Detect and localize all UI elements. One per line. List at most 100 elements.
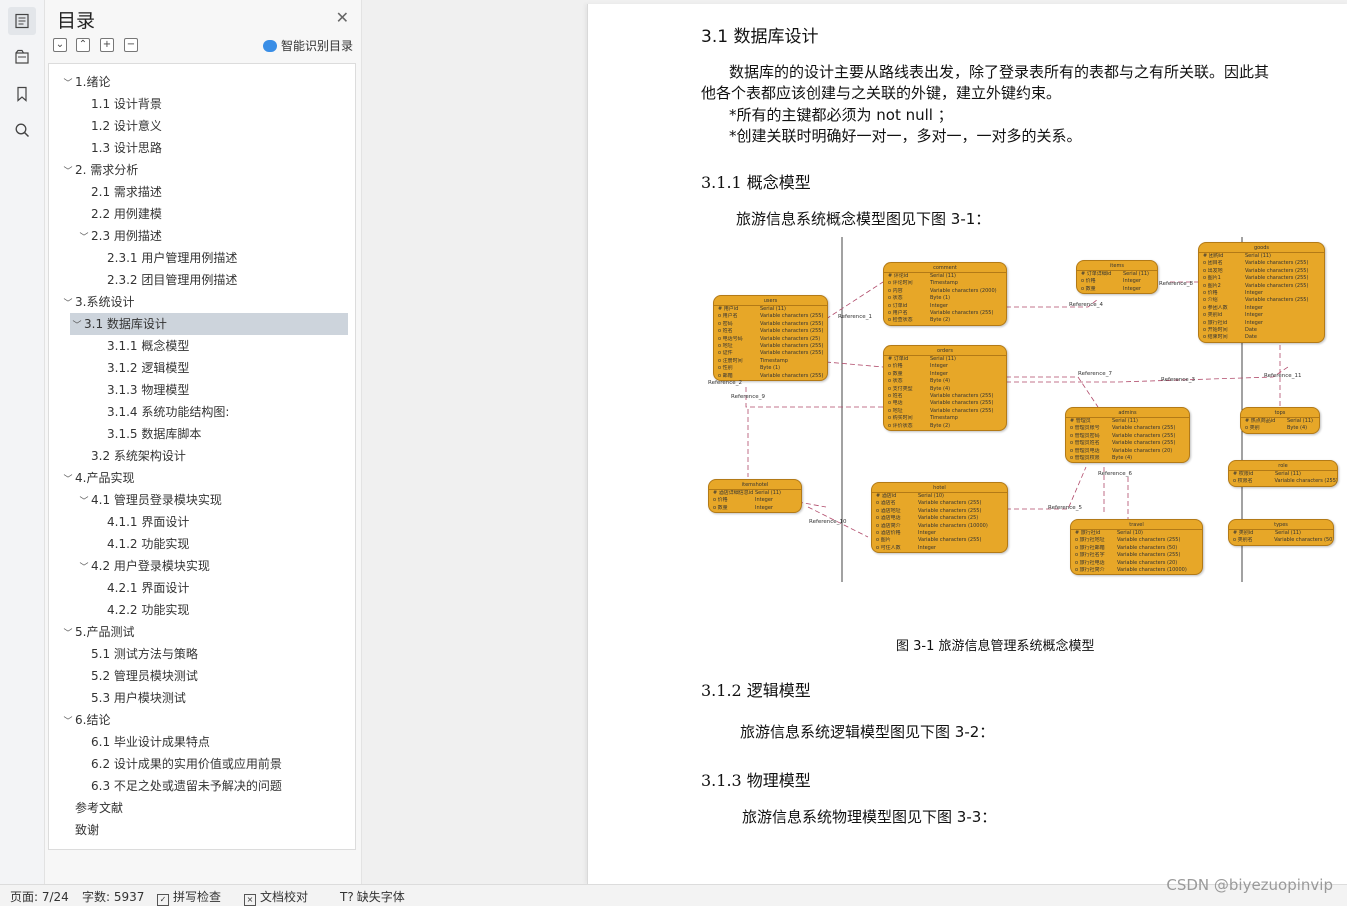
entity-attribute: o 数量 Integer <box>1077 286 1157 293</box>
toc-item[interactable]: 4.2.1 界面设计 <box>49 577 189 599</box>
entity-attribute: o 旅行社地址 Variable characters (255) <box>1071 537 1202 544</box>
missing-fonts-button[interactable]: T? 缺失字体 <box>340 888 405 905</box>
toc-item[interactable]: ﹀ 5.产品测试 <box>49 621 134 643</box>
entity-comment: comment # 评论id Serial (11) o 评论时间 Timestamp o… <box>883 262 1007 326</box>
attribute-type: Integer <box>1123 285 1141 292</box>
toc-item[interactable]: 2.2 用例建模 <box>49 203 162 225</box>
toc-item[interactable]: 1.2 设计意义 <box>49 115 162 137</box>
toc-item[interactable]: 3.2 系统架构设计 <box>49 445 186 467</box>
toc-item[interactable]: 5.2 管理员模块测试 <box>49 665 198 687</box>
toc-item[interactable]: 2.3.1 用户管理用例描述 <box>49 247 237 269</box>
attribute-type: Serial (11) <box>1245 253 1272 259</box>
entity-attribute: # 酒店id Serial (10) <box>872 493 1007 500</box>
toc-item[interactable]: ﹀ 4.2 用户登录模块实现 <box>49 555 209 579</box>
entity-attribute: o 旅行社简介 Variable characters (10000) <box>1071 567 1202 574</box>
toc-item[interactable]: ﹀ 6.结论 <box>49 709 110 731</box>
toc-item-label: 6.3 不足之处或遗留未予解决的问题 <box>91 779 282 793</box>
bookmark-icon[interactable] <box>8 80 36 108</box>
reference-label: Reference_8 <box>1159 281 1193 287</box>
add-heading-icon[interactable]: + <box>100 38 114 52</box>
attribute-name: o 旅行社电话 <box>1075 559 1105 566</box>
attribute-type: Serial (10) <box>1117 530 1144 536</box>
toc-item[interactable]: 致谢 <box>49 819 99 841</box>
entity-attribute: o 内容 Variable characters (2000) <box>884 288 1006 295</box>
attribute-type: Serial (11) <box>755 490 782 496</box>
attribute-name: o 类别 <box>1245 425 1260 432</box>
toc-item[interactable]: 4.2.2 功能实现 <box>49 599 189 621</box>
chevron-down-icon[interactable]: ﹀ <box>77 227 91 249</box>
entity-attribute: o 旅行社电话 Variable characters (20) <box>1071 560 1202 567</box>
toc-item[interactable]: 3.1.5 数据库脚本 <box>49 423 201 445</box>
reference-label: Reference_9 <box>731 394 765 400</box>
toc-item[interactable]: ﹀ 4.产品实现 <box>49 467 134 489</box>
chevron-down-icon[interactable]: ﹀ <box>61 293 75 315</box>
toc-item[interactable]: ﹀ 1.绪论 <box>49 71 110 93</box>
chevron-down-icon[interactable]: ﹀ <box>61 711 75 733</box>
attribute-name: o 价格 <box>713 497 728 504</box>
remove-heading-icon[interactable]: − <box>124 38 138 52</box>
close-icon[interactable]: ✕ <box>336 8 349 27</box>
attribute-type: Variable characters (255) <box>760 343 824 350</box>
toc-item[interactable]: 3.1.2 逻辑模型 <box>49 357 189 379</box>
toc-item[interactable]: ﹀ 4.1 管理员登录模块实现 <box>49 489 221 513</box>
expand-up-icon[interactable]: ⌃ <box>76 38 90 52</box>
spell-check-button[interactable]: ✓ 拼写检查 <box>157 888 221 906</box>
toc-item[interactable]: 4.1.1 界面设计 <box>49 511 189 533</box>
chevron-down-icon[interactable]: ﹀ <box>61 161 75 183</box>
entity-attribute: o 团目名 Variable characters (255) <box>1199 260 1324 267</box>
toc-item[interactable]: ﹀ 2. 需求分析 <box>49 159 138 181</box>
attribute-type: Timestamp <box>930 415 958 422</box>
toc-item[interactable]: 参考文献 <box>49 797 123 819</box>
smart-toc-button[interactable]: 智能识别目录 <box>262 37 353 54</box>
toc-item[interactable]: 2.1 需求描述 <box>49 181 162 203</box>
toc-item[interactable]: 5.3 用户模块测试 <box>49 687 186 709</box>
chevron-down-icon[interactable]: ﹀ <box>61 623 75 645</box>
entity-attribute: o 管理员电话 Variable characters (20) <box>1066 448 1189 455</box>
missing-fonts-label: 缺失字体 <box>356 890 405 904</box>
toc-item[interactable]: 4.1.2 功能实现 <box>49 533 189 555</box>
toc-item[interactable]: 6.1 毕业设计成果特点 <box>49 731 210 753</box>
attribute-name: o 管理员权限 <box>1070 455 1100 462</box>
toc-item[interactable]: ﹀ 3.系统设计 <box>49 291 134 313</box>
entity-attribute: o 结束时间 Date <box>1199 334 1324 341</box>
attribute-name: # 订单详细id <box>1081 271 1112 277</box>
word-count[interactable]: 字数: 5937 <box>82 888 144 905</box>
attribute-name: o 管理员账号 <box>1070 425 1100 432</box>
toc-item[interactable]: 5.1 测试方法与策略 <box>49 643 198 665</box>
chevron-down-icon[interactable]: ﹀ <box>61 469 75 491</box>
entity-attribute: o 管理员账号 Variable characters (255) <box>1066 425 1189 432</box>
toc-icon[interactable] <box>8 7 36 35</box>
entity-attribute: # 类别id Serial (11) <box>1229 530 1333 537</box>
chapter-nav-icon[interactable] <box>8 43 36 71</box>
toc-item[interactable]: 3.1.1 概念模型 <box>49 335 189 357</box>
proofread-button[interactable]: × 文档校对 <box>244 888 308 906</box>
toc-item[interactable]: 6.2 设计成果的实用价值或应用前景 <box>49 753 282 775</box>
chevron-down-icon[interactable]: ﹀ <box>61 73 75 95</box>
attribute-type: Variable characters (10000) <box>918 522 988 529</box>
chevron-down-icon[interactable]: ﹀ <box>77 491 91 513</box>
attribute-name: o 地址 <box>888 407 903 414</box>
collapse-all-icon[interactable]: ⌄ <box>53 38 67 52</box>
toc-item[interactable]: 3.1.3 物理模型 <box>49 379 189 401</box>
attribute-name: o 内容 <box>888 287 903 294</box>
toc-item[interactable]: 3.1.4 系统功能结构图: <box>49 401 229 423</box>
page-indicator[interactable]: 页面: 7/24 <box>10 888 69 905</box>
search-icon[interactable] <box>8 116 36 144</box>
toc-item[interactable]: 6.3 不足之处或遗留未予解决的问题 <box>49 775 282 797</box>
attribute-name: o 数量 <box>1081 285 1096 292</box>
toc-item[interactable]: 1.1 设计背景 <box>49 93 162 115</box>
entity-attribute: o 价格 Integer <box>1199 290 1324 297</box>
toc-item[interactable]: ﹀ 3.1 数据库设计 <box>70 313 348 335</box>
chevron-down-icon[interactable]: ﹀ <box>77 557 91 579</box>
attribute-type: Integer <box>930 370 948 377</box>
attribute-type: Byte (4) <box>1287 425 1308 432</box>
attribute-type: Variable characters (255) <box>1245 297 1309 304</box>
toc-item[interactable]: ﹀ 2.3 用例描述 <box>49 225 161 249</box>
attribute-name: o 购买时间 <box>888 415 913 422</box>
entity-role: role # 权限id Serial (11) o 权限名 Variable chara… <box>1228 460 1338 487</box>
toc-item[interactable]: 2.3.2 团目管理用例描述 <box>49 269 237 291</box>
attribute-type: Serial (10) <box>918 493 945 499</box>
chevron-down-icon[interactable]: ﹀ <box>70 315 84 337</box>
toc-item-label: 2.3.1 用户管理用例描述 <box>107 251 238 265</box>
toc-item[interactable]: 1.3 设计思路 <box>49 137 162 159</box>
